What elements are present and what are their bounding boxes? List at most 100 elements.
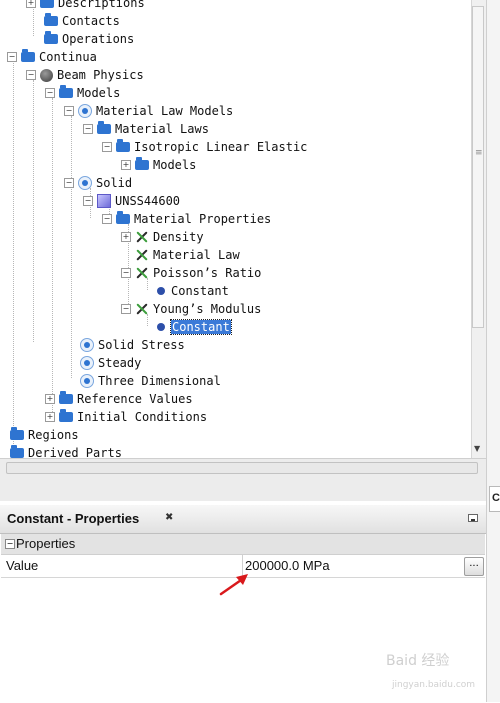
tree-item-label: Contacts: [62, 14, 120, 28]
right-side-strip: [486, 0, 500, 702]
tree-item-material-properties[interactable]: − Material Properties: [102, 210, 271, 228]
folder-icon: [59, 391, 73, 404]
collapse-toggle-icon[interactable]: −: [121, 304, 131, 314]
folder-icon: [44, 13, 58, 26]
watermark-text: Baid 经验: [386, 653, 450, 669]
expand-toggle-icon[interactable]: +: [121, 160, 131, 170]
property-value-field[interactable]: 200000.0 MPa: [245, 558, 330, 573]
folder-icon: [135, 157, 149, 170]
folder-icon: [40, 0, 54, 8]
tree-item-solid-stress[interactable]: Solid Stress: [80, 336, 185, 354]
tree-item-label: Solid: [96, 176, 133, 190]
tree-item-material-law-models[interactable]: − Material Law Models: [64, 102, 233, 120]
expand-toggle-icon[interactable]: +: [26, 0, 36, 8]
radio-model-icon: [78, 176, 92, 190]
tree-item-constant-poisson[interactable]: Constant: [155, 282, 229, 300]
folder-icon: [10, 427, 24, 440]
tree-item-label: Material Laws: [115, 122, 209, 136]
tree-item-label: Density: [153, 230, 204, 244]
tree-item-models-sub[interactable]: + Models: [121, 156, 196, 174]
close-icon[interactable]: ✖: [165, 512, 173, 523]
tree-item-three-dimensional[interactable]: Three Dimensional: [80, 372, 221, 390]
tree-item-initial-conditions[interactable]: + Initial Conditions: [45, 408, 207, 426]
tree-item-label: Initial Conditions: [77, 410, 208, 424]
expand-toggle-icon[interactable]: +: [121, 232, 131, 242]
tree-item-label: Poisson’s Ratio: [153, 266, 262, 280]
minimize-icon[interactable]: [468, 514, 478, 522]
tree-item-constant-youngs[interactable]: Constant: [155, 318, 232, 336]
tree-item-models[interactable]: − Models: [45, 84, 120, 102]
collapse-toggle-icon[interactable]: −: [45, 88, 55, 98]
collapse-toggle-icon[interactable]: −: [5, 539, 15, 549]
property-icon: [135, 302, 149, 316]
tree-item-label: Material Properties: [134, 212, 272, 226]
tree-item-continua[interactable]: − Continua: [7, 48, 97, 66]
collapse-toggle-icon[interactable]: −: [7, 52, 17, 62]
tree-item-label: Regions: [28, 428, 79, 442]
tree-item-label: Young’s Modulus: [153, 302, 262, 316]
scroll-grip-icon: ≡: [475, 148, 483, 158]
tree-item-label-selected: Constant: [170, 319, 232, 335]
collapse-toggle-icon[interactable]: −: [83, 124, 93, 134]
tree-item-label: Material Law Models: [96, 104, 234, 118]
scroll-down-arrow-icon[interactable]: ▼: [474, 444, 480, 453]
property-name: Value: [6, 558, 39, 573]
tree-item-label: Models: [153, 158, 197, 172]
folder-icon: [10, 445, 24, 458]
side-tab[interactable]: C: [489, 486, 500, 512]
tree-item-poissons-ratio[interactable]: − Poisson’s Ratio: [121, 264, 261, 282]
cube-icon: [97, 194, 111, 208]
tree-horizontal-scrollbar[interactable]: [6, 462, 478, 474]
collapse-toggle-icon[interactable]: −: [102, 142, 112, 152]
tree-item-label: Continua: [39, 50, 97, 64]
collapse-toggle-icon[interactable]: −: [121, 268, 131, 278]
radio-model-icon: [80, 338, 94, 352]
tree-item-label: Reference Values: [77, 392, 193, 406]
tree-item-steady[interactable]: Steady: [80, 354, 141, 372]
property-icon: [135, 230, 149, 244]
tree-item-solid[interactable]: − Solid: [64, 174, 132, 192]
properties-title: Constant - Properties: [7, 511, 140, 526]
radio-model-icon: [78, 104, 92, 118]
tree-item-label: Operations: [62, 32, 135, 46]
tree-item-unss44600[interactable]: − UNSS44600: [83, 192, 180, 210]
tree-connector: [71, 116, 72, 378]
properties-section-label: Properties: [16, 536, 76, 551]
tree-item-label: Beam Physics: [57, 68, 144, 82]
tree-item-isotropic-linear-elastic[interactable]: − Isotropic Linear Elastic: [102, 138, 307, 156]
tree-connector: [33, 80, 34, 342]
expand-toggle-icon[interactable]: +: [45, 412, 55, 422]
tree-item-label: Models: [77, 86, 121, 100]
tree-item-label: Material Law: [153, 248, 240, 262]
folder-icon: [59, 409, 73, 422]
watermark-subtext: jingyan.baidu.com: [392, 680, 476, 690]
tree-item-label: Derived Parts: [28, 446, 122, 458]
tree-item-density[interactable]: + Density: [121, 228, 204, 246]
tree-scroll-thumb[interactable]: [472, 6, 484, 328]
ellipsis-button[interactable]: ...: [464, 557, 484, 576]
tree-item-material-laws[interactable]: − Material Laws: [83, 120, 209, 138]
tree-item-contacts[interactable]: Contacts: [44, 12, 120, 30]
tree-item-label: Three Dimensional: [98, 374, 221, 388]
expand-toggle-icon[interactable]: +: [45, 394, 55, 404]
tree-item-reference-values[interactable]: + Reference Values: [45, 390, 193, 408]
collapse-toggle-icon[interactable]: −: [26, 70, 36, 80]
tree-item-regions[interactable]: Regions: [10, 426, 79, 444]
tree-item-youngs-modulus[interactable]: − Young’s Modulus: [121, 300, 261, 318]
collapse-toggle-icon[interactable]: −: [83, 196, 93, 206]
tree-item-material-law[interactable]: Material Law: [135, 246, 240, 264]
property-icon: [135, 266, 149, 280]
tree-item-label: Solid Stress: [98, 338, 185, 352]
simulation-tree: + Descriptions Contacts Operations − Con…: [0, 0, 487, 458]
tree-item-descriptions[interactable]: + Descriptions: [26, 0, 145, 12]
folder-icon: [59, 85, 73, 98]
annotation-arrow-icon: [219, 574, 248, 596]
collapse-toggle-icon[interactable]: −: [102, 214, 112, 224]
collapse-toggle-icon[interactable]: −: [64, 178, 74, 188]
collapse-toggle-icon[interactable]: −: [64, 106, 74, 116]
folder-icon: [44, 31, 58, 44]
tree-item-derived-parts[interactable]: Derived Parts: [10, 444, 122, 458]
tree-item-beam-physics[interactable]: − Beam Physics: [26, 66, 144, 84]
tree-item-operations[interactable]: Operations: [44, 30, 134, 48]
radio-model-icon: [80, 356, 94, 370]
